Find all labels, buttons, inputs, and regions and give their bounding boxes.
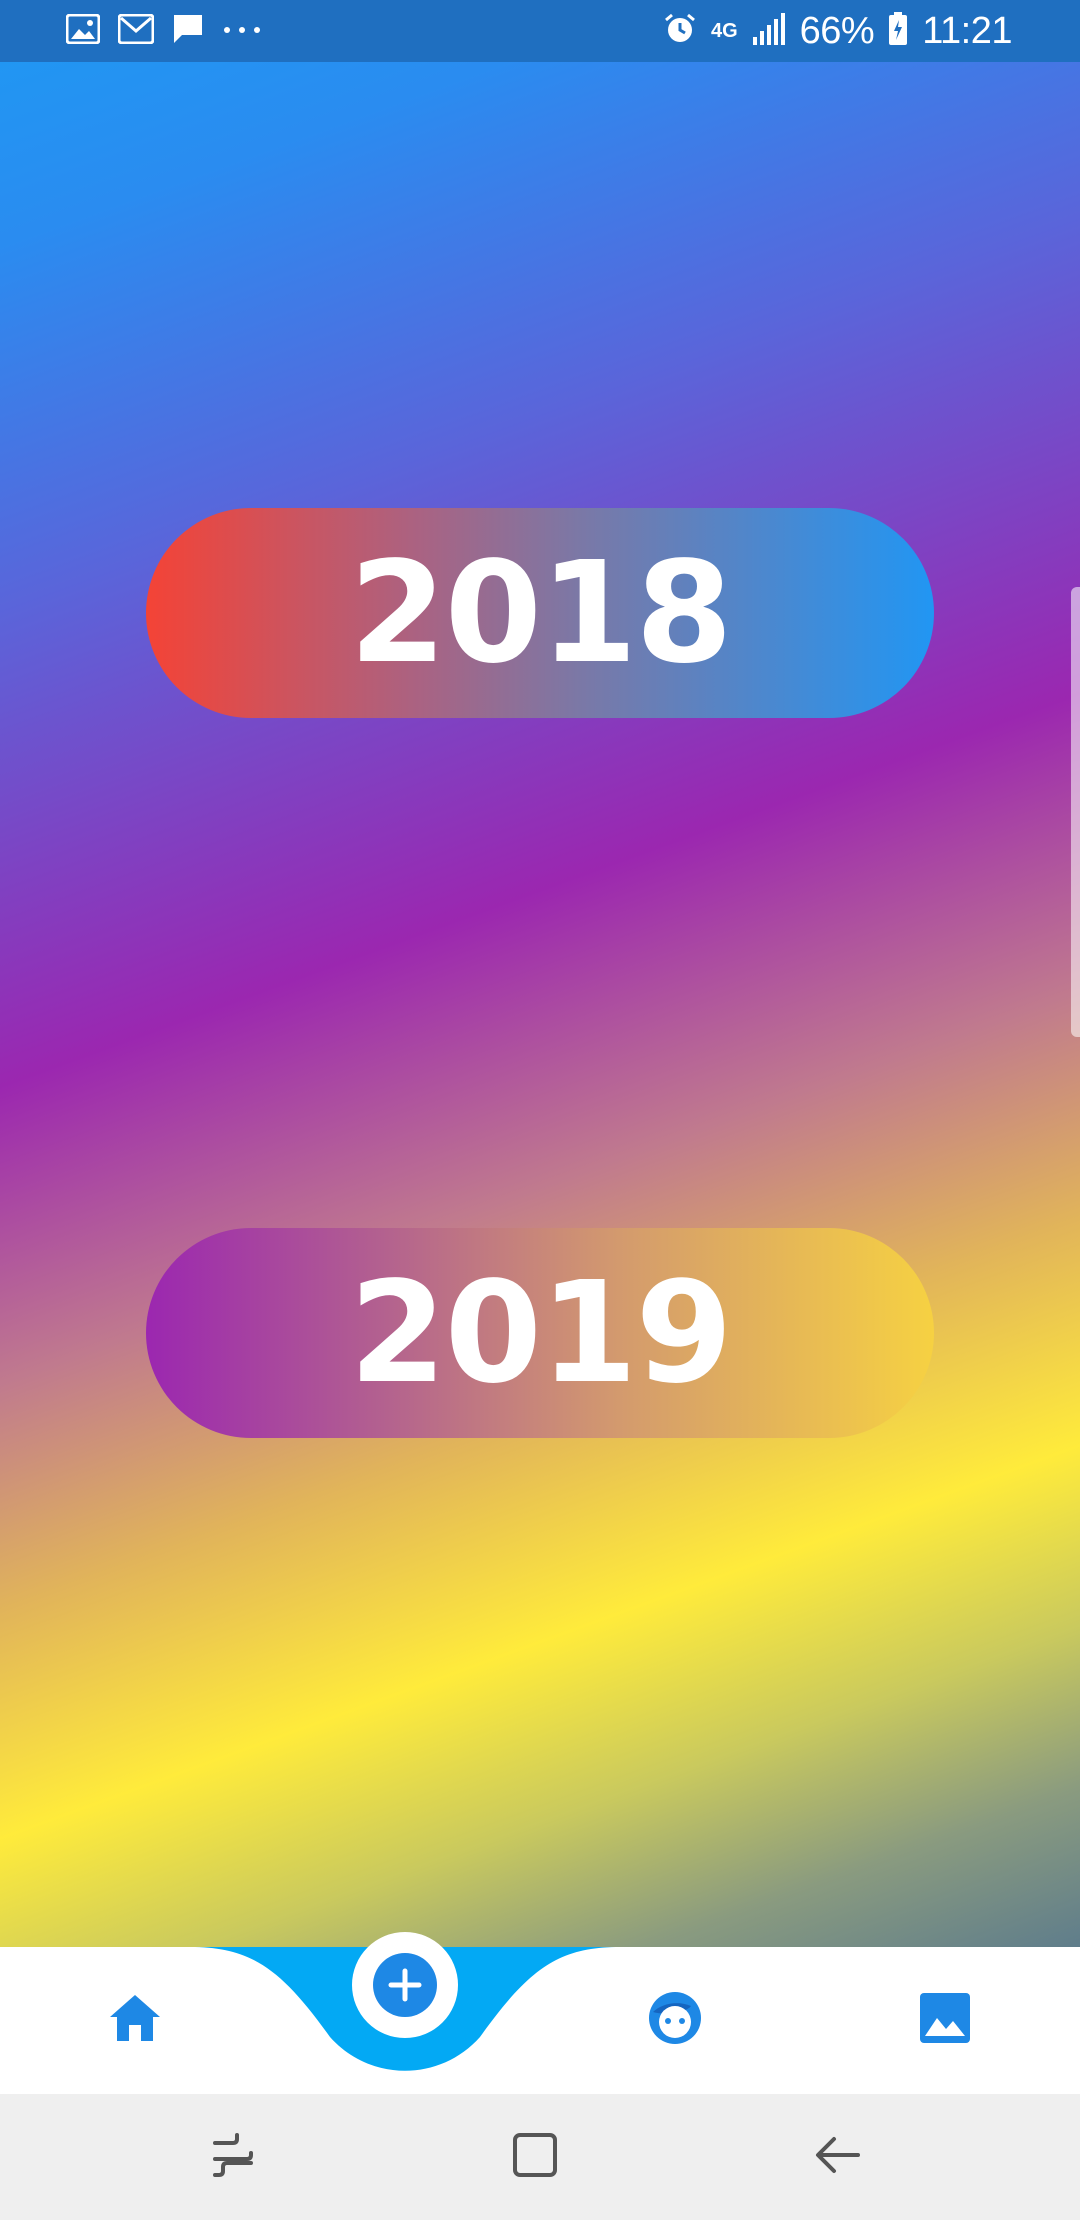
back-button[interactable] <box>808 2127 868 2187</box>
home-square-icon <box>511 2131 559 2184</box>
alarm-icon <box>663 12 697 51</box>
signal-icon <box>752 12 786 50</box>
nav-home[interactable] <box>80 1965 190 2075</box>
system-navigation-bar <box>0 2094 1080 2220</box>
main-content <box>0 62 1080 1947</box>
more-dots-icon <box>222 22 262 40</box>
gmail-icon <box>117 13 155 49</box>
edge-panel-handle[interactable] <box>1071 587 1080 1037</box>
year-2019-button[interactable]: 2019 <box>146 1228 934 1438</box>
back-icon <box>814 2131 862 2184</box>
nav-profile[interactable] <box>620 1965 730 2075</box>
gallery-icon <box>65 13 101 49</box>
clock: 11:21 <box>922 9 1012 52</box>
recent-apps-button[interactable] <box>203 2127 263 2187</box>
system-status: 4G 66% 11:21 <box>649 10 1012 53</box>
add-icon <box>373 1953 437 2017</box>
notification-icons <box>65 13 280 50</box>
home-system-button[interactable] <box>505 2127 565 2187</box>
message-icon <box>172 13 204 50</box>
year-2018-button[interactable]: 2018 <box>146 508 934 718</box>
home-icon <box>108 1993 162 2048</box>
image-icon <box>919 1992 971 2049</box>
recent-apps-icon <box>209 2131 257 2184</box>
nav-gallery[interactable] <box>890 1965 1000 2075</box>
status-bar: 4G 66% 11:21 <box>0 0 1080 62</box>
network-type: 4G <box>710 20 738 42</box>
face-icon <box>647 1990 703 2051</box>
battery-percent: 66% <box>799 9 875 52</box>
bottom-navigation <box>0 1932 1080 2094</box>
battery-icon <box>888 11 908 51</box>
add-button[interactable] <box>352 1932 458 2038</box>
